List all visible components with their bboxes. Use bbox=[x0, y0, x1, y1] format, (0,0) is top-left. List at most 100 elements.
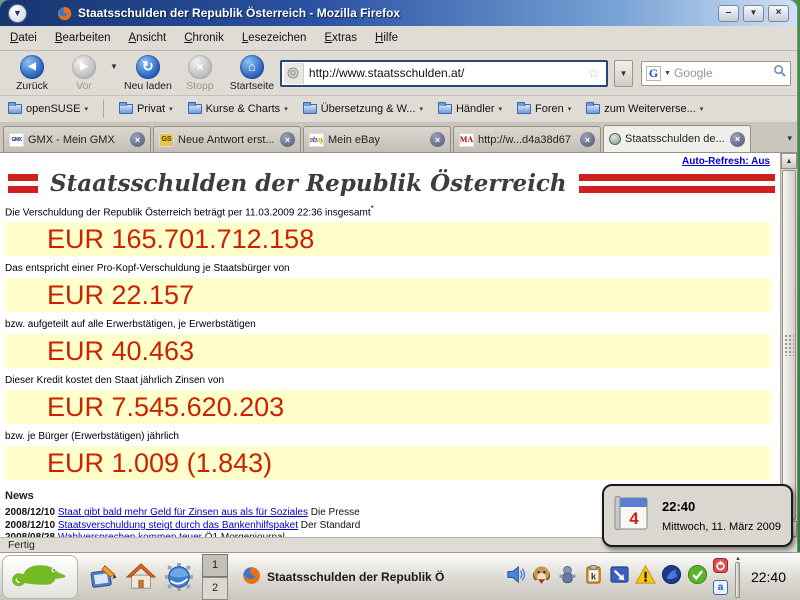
expander-arrow-icon: ▲ bbox=[735, 555, 741, 562]
reload-button[interactable]: ↻ Neu laden bbox=[122, 54, 174, 92]
kmenu-button[interactable] bbox=[2, 554, 78, 599]
menu-lesezeichen[interactable]: Lesezeichen bbox=[242, 32, 307, 44]
titlebar[interactable]: ▼ Staatsschulden der Republik Österreich… bbox=[0, 0, 797, 26]
url-bar[interactable]: ☆ bbox=[279, 59, 608, 87]
forward-button[interactable]: ▶ Vor bbox=[58, 54, 110, 92]
menu-bearbeiten[interactable]: Bearbeiten bbox=[55, 32, 111, 44]
updater-check-icon[interactable] bbox=[687, 564, 708, 590]
kerry-beagle-dog-icon[interactable] bbox=[531, 564, 552, 590]
menu-chronik[interactable]: Chronik bbox=[184, 32, 224, 44]
news-link[interactable]: Staatsverschuldung steigt durch das Bank… bbox=[58, 520, 298, 531]
expander-handle bbox=[735, 561, 741, 598]
home-folder-icon bbox=[126, 562, 156, 589]
pager-desktop-2[interactable]: 2 bbox=[202, 576, 228, 600]
url-input[interactable] bbox=[303, 66, 588, 80]
gs-favicon: GS bbox=[159, 132, 174, 147]
notepad-pencil-icon bbox=[90, 564, 117, 588]
news-link[interactable]: Staat gibt bald mehr Geld für Zinsen aus… bbox=[58, 507, 308, 518]
tab-close-icon[interactable]: × bbox=[730, 131, 745, 147]
url-dropdown-button[interactable]: ▼ bbox=[614, 59, 633, 87]
bookmark-weiterverse[interactable]: zum Weiterverse... ▾ bbox=[586, 102, 703, 115]
reload-icon: ↻ bbox=[135, 54, 160, 79]
restore-button[interactable]: ▼ bbox=[743, 4, 764, 22]
news-link[interactable]: Wahlversprechen kommen teuer bbox=[58, 532, 202, 537]
close-button[interactable]: × bbox=[768, 4, 789, 22]
bookmark-kurse-charts[interactable]: Kurse & Charts ▾ bbox=[187, 102, 288, 115]
home-label: Startseite bbox=[229, 79, 275, 92]
auto-refresh-link[interactable]: Auto-Refresh: Aus bbox=[682, 156, 770, 167]
interest-value: EUR 7.545.620.203 bbox=[47, 391, 285, 422]
suse-gecko-icon bbox=[9, 558, 71, 595]
search-magnifier-icon[interactable] bbox=[773, 64, 786, 82]
forward-label: Vor bbox=[76, 79, 92, 92]
konqueror-launcher[interactable] bbox=[160, 557, 198, 597]
per-capita-box: EUR 22.157 bbox=[5, 278, 771, 313]
tab-close-icon[interactable]: × bbox=[430, 132, 445, 147]
folder-icon bbox=[437, 102, 452, 114]
tab-list-dropdown-icon[interactable]: ▾ bbox=[787, 133, 792, 144]
minimize-button[interactable]: – bbox=[718, 4, 739, 22]
back-button[interactable]: ◀ Zurück bbox=[6, 54, 58, 92]
tab-neue-antwort[interactable]: GS Neue Antwort erst... × bbox=[153, 126, 301, 152]
menu-extras[interactable]: Extras bbox=[324, 32, 357, 44]
taskbar-item-firefox[interactable]: Staatsschulden der Republik Ö bbox=[242, 566, 472, 588]
bookmark-star-icon[interactable]: ☆ bbox=[587, 65, 600, 82]
chevron-down-icon: ▾ bbox=[284, 106, 288, 113]
forward-icon: ▶ bbox=[72, 54, 96, 79]
tab-close-icon[interactable]: × bbox=[580, 132, 595, 147]
tab-staatsschulden[interactable]: Staatsschulden de... × bbox=[603, 125, 751, 152]
bookmark-privat[interactable]: Privat ▾ bbox=[118, 102, 173, 115]
power-button-icon[interactable] bbox=[713, 558, 728, 578]
debt-total-label: Die Verschuldung der Republik Österreich… bbox=[5, 204, 374, 219]
kmix-speaker-icon[interactable] bbox=[505, 564, 526, 590]
interest-per-capita-value: EUR 1.009 (1.843) bbox=[47, 447, 273, 478]
stop-button[interactable]: × Stopp bbox=[174, 54, 226, 92]
notes-launcher[interactable] bbox=[84, 557, 122, 597]
menu-hilfe[interactable]: Hilfe bbox=[375, 32, 398, 44]
remote-screen-icon[interactable] bbox=[609, 564, 630, 590]
stop-icon: × bbox=[187, 54, 212, 79]
menu-ansicht[interactable]: Ansicht bbox=[129, 32, 167, 44]
search-input[interactable] bbox=[673, 66, 770, 80]
interest-per-capita-box: EUR 1.009 (1.843) bbox=[5, 446, 771, 481]
window-menu-button[interactable]: ▼ bbox=[8, 3, 27, 23]
tab-ebay[interactable]: ebay Mein eBay × bbox=[303, 126, 451, 152]
site-header: Staatsschulden der Republik Österreich bbox=[8, 170, 775, 197]
pager-desktop-1[interactable]: 1 bbox=[202, 553, 228, 577]
tab-close-icon[interactable]: × bbox=[130, 132, 145, 147]
bookmark-opensuse[interactable]: openSUSE ▾ bbox=[8, 102, 88, 115]
search-engine-dropdown-icon[interactable]: ▼ bbox=[664, 70, 671, 77]
tab-close-icon[interactable]: × bbox=[280, 132, 295, 147]
bookmark-haendler[interactable]: Händler ▾ bbox=[437, 102, 502, 115]
scrollbar-thumb[interactable] bbox=[782, 170, 796, 520]
bookmark-foren[interactable]: Foren ▾ bbox=[517, 102, 571, 115]
desktop: ▼ Staatsschulden der Republik Österreich… bbox=[0, 0, 800, 600]
news-date: 2008/08/28 bbox=[5, 532, 55, 537]
gmx-favicon: GMX bbox=[9, 132, 24, 147]
panel-clock[interactable]: 22:40 bbox=[751, 569, 786, 585]
creature-icon[interactable] bbox=[557, 564, 578, 590]
menu-datei[interactable]: Datei bbox=[10, 32, 37, 44]
firefox-icon bbox=[57, 6, 72, 21]
tab-gmx[interactable]: GMX GMX - Mein GMX × bbox=[3, 126, 151, 152]
flag-stripes-right bbox=[578, 174, 775, 193]
home-button[interactable]: ⌂ Startseite bbox=[226, 54, 278, 92]
warning-triangle-icon[interactable] bbox=[635, 564, 656, 590]
klipper-clipboard-icon[interactable]: k bbox=[583, 564, 604, 590]
per-worker-box: EUR 40.463 bbox=[5, 334, 771, 369]
tab-ma[interactable]: MA http://w...d4a38d67 × bbox=[453, 126, 601, 152]
search-bar[interactable]: G ▼ bbox=[641, 60, 791, 86]
scroll-up-button[interactable]: ▲ bbox=[781, 153, 797, 169]
amule-icon[interactable]: a bbox=[713, 580, 728, 595]
home-folder-launcher[interactable] bbox=[122, 557, 160, 597]
history-dropdown-icon[interactable]: ▼ bbox=[110, 62, 118, 71]
chevron-down-icon: ▾ bbox=[419, 106, 423, 113]
vertical-scrollbar[interactable]: ▲ ▼ bbox=[780, 153, 797, 537]
firefox-window: ▼ Staatsschulden der Republik Österreich… bbox=[0, 0, 797, 552]
bookmark-uebersetzung[interactable]: Übersetzung & W... ▾ bbox=[302, 102, 423, 115]
svg-text:4: 4 bbox=[629, 509, 639, 528]
ebay-favicon: ebay bbox=[309, 132, 324, 147]
amarok-wolf-icon[interactable] bbox=[661, 564, 682, 590]
per-worker-value: EUR 40.463 bbox=[47, 335, 195, 366]
tray-expander[interactable]: ▲ bbox=[735, 556, 741, 598]
